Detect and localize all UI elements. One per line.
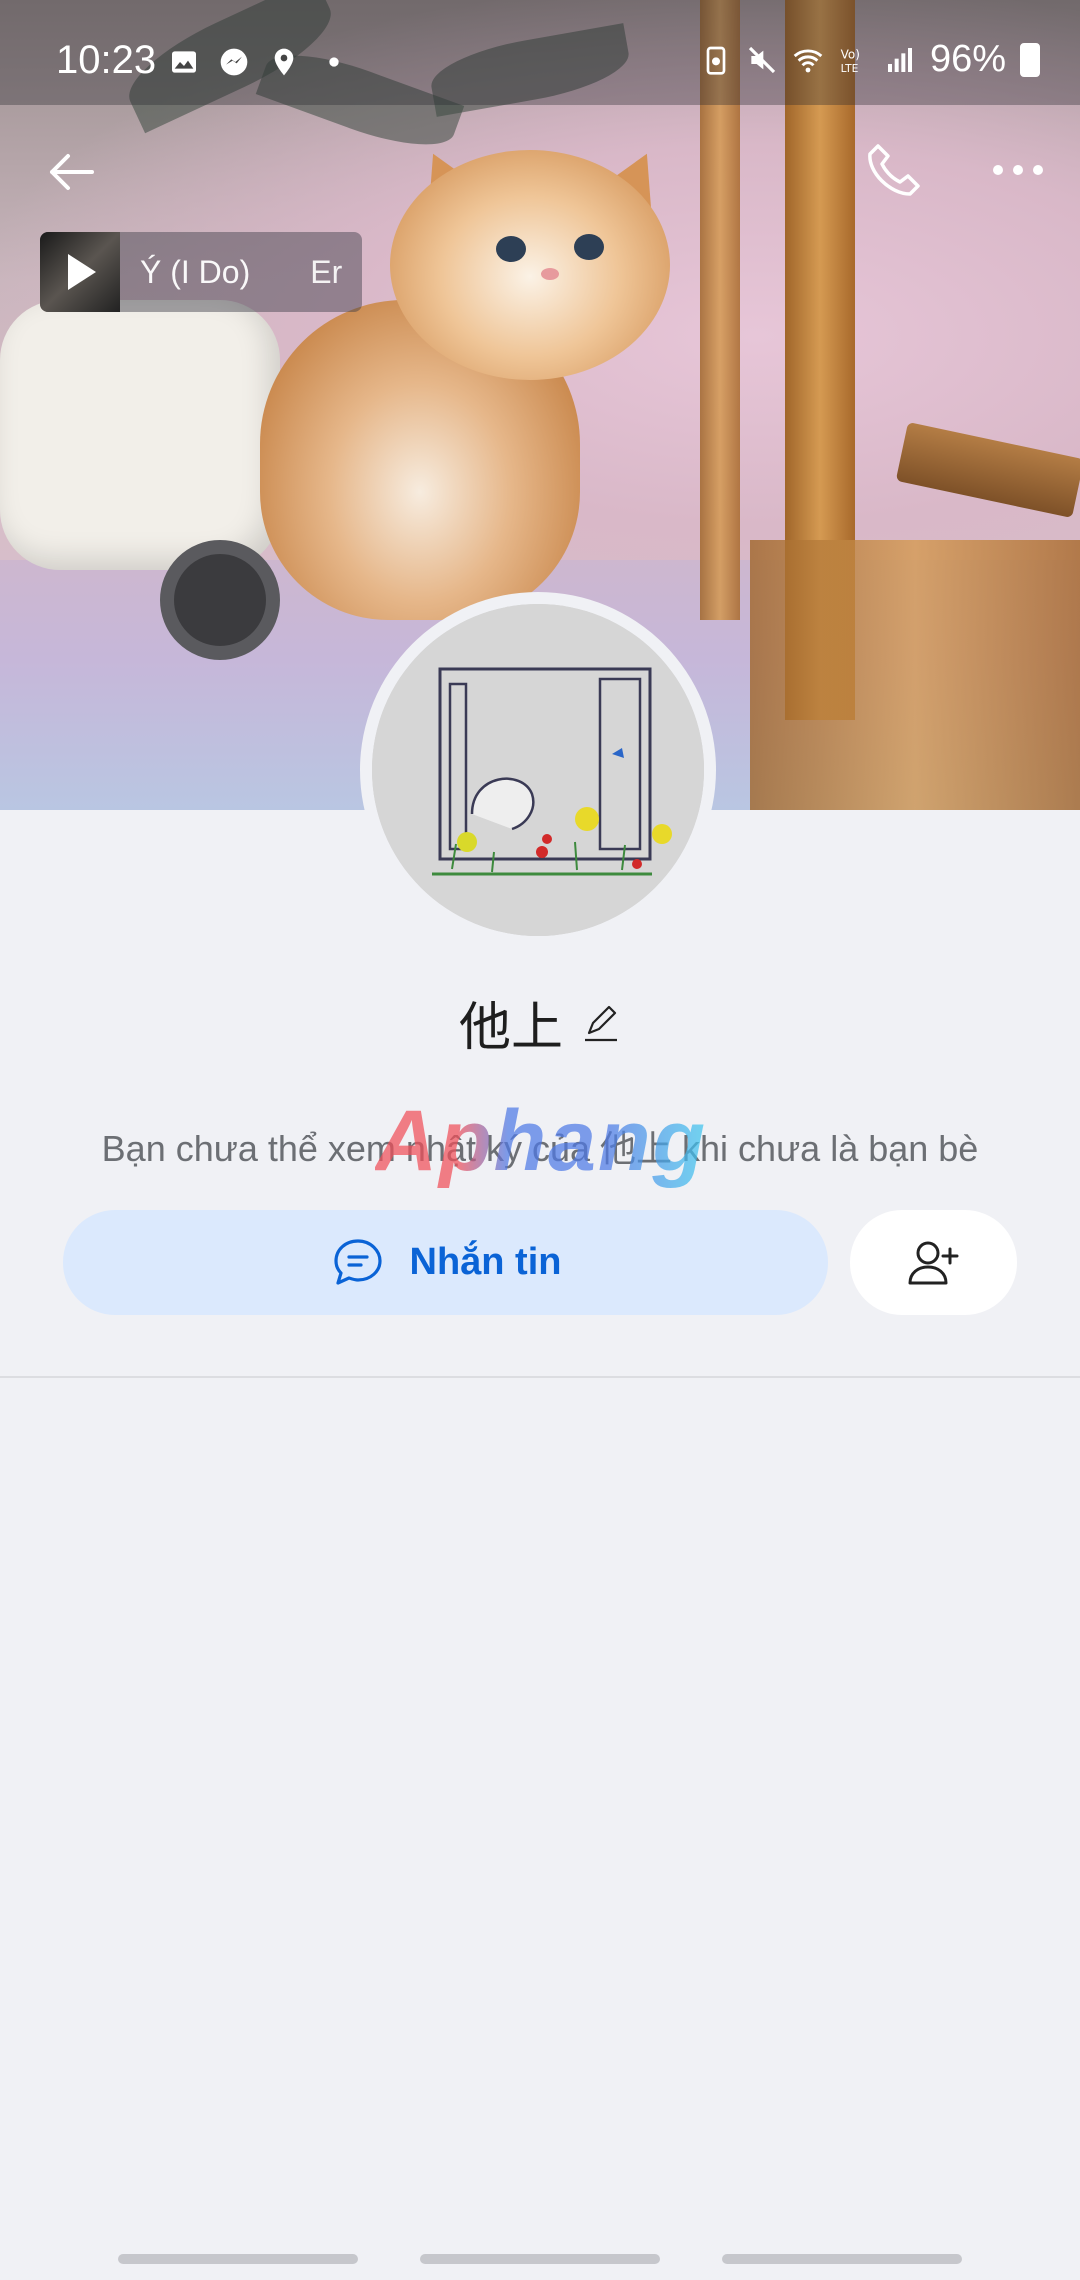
nav-home-bar[interactable] — [420, 2254, 660, 2264]
toy-scooter — [0, 300, 280, 570]
status-right: Vo) LTE 96% — [700, 38, 1040, 81]
nav-recent-bar[interactable] — [118, 2254, 358, 2264]
messenger-icon — [220, 48, 248, 76]
status-time: 10:23 — [56, 38, 157, 82]
battery-saver-icon — [706, 46, 726, 75]
phone-icon[interactable] — [860, 138, 924, 202]
dot-icon — [329, 57, 339, 67]
status-bar: 10:23 Vo) LTE 96% — [0, 0, 1080, 105]
music-title: Ý (I Do) — [140, 253, 251, 290]
kitten-eye — [496, 236, 526, 262]
location-icon — [274, 48, 294, 76]
kitten-eye — [574, 234, 604, 260]
battery-icon — [1020, 42, 1040, 77]
arrow-left-icon[interactable] — [40, 140, 104, 204]
play-icon[interactable] — [68, 254, 96, 290]
profile-name: 他上 — [458, 998, 563, 1058]
user-add-icon — [908, 1241, 958, 1284]
signal-icon — [887, 47, 912, 72]
system-navigation-bar — [0, 2200, 1080, 2280]
wooden-box — [750, 540, 1080, 810]
pencil-icon[interactable] — [581, 1003, 621, 1043]
battery-percent: 96% — [929, 38, 1006, 80]
profile-name-row: 他上 — [0, 985, 1080, 1060]
section-divider — [0, 1376, 1080, 1378]
music-artist: Er — [310, 253, 343, 290]
image-icon — [172, 51, 196, 73]
avatar-image — [372, 604, 704, 936]
more-horizontal-icon[interactable] — [990, 148, 1046, 192]
music-album-art — [40, 232, 120, 312]
avatar[interactable] — [360, 592, 716, 948]
scooter-wheel — [160, 540, 280, 660]
profile-music-chip[interactable]: Ý (I Do) Er — [40, 232, 362, 312]
wifi-icon — [793, 48, 823, 72]
watermark: Aphang — [375, 1093, 708, 1189]
send-message-button[interactable]: Nhắn tin — [63, 1210, 828, 1315]
svg-text:Vo): Vo) — [841, 47, 860, 61]
mute-icon — [748, 46, 776, 73]
kitten-head — [390, 150, 670, 380]
status-left-icons — [168, 46, 350, 78]
add-friend-button[interactable] — [850, 1210, 1017, 1315]
kitten-nose — [541, 268, 559, 280]
nav-back-bar[interactable] — [722, 2254, 962, 2264]
volte-icon: Vo)LTE — [841, 47, 860, 75]
send-message-label: Nhắn tin — [409, 1241, 562, 1283]
avatar-drawing — [372, 604, 704, 936]
chat-bubble-icon — [333, 1238, 382, 1285]
svg-text:LTE: LTE — [841, 62, 859, 75]
